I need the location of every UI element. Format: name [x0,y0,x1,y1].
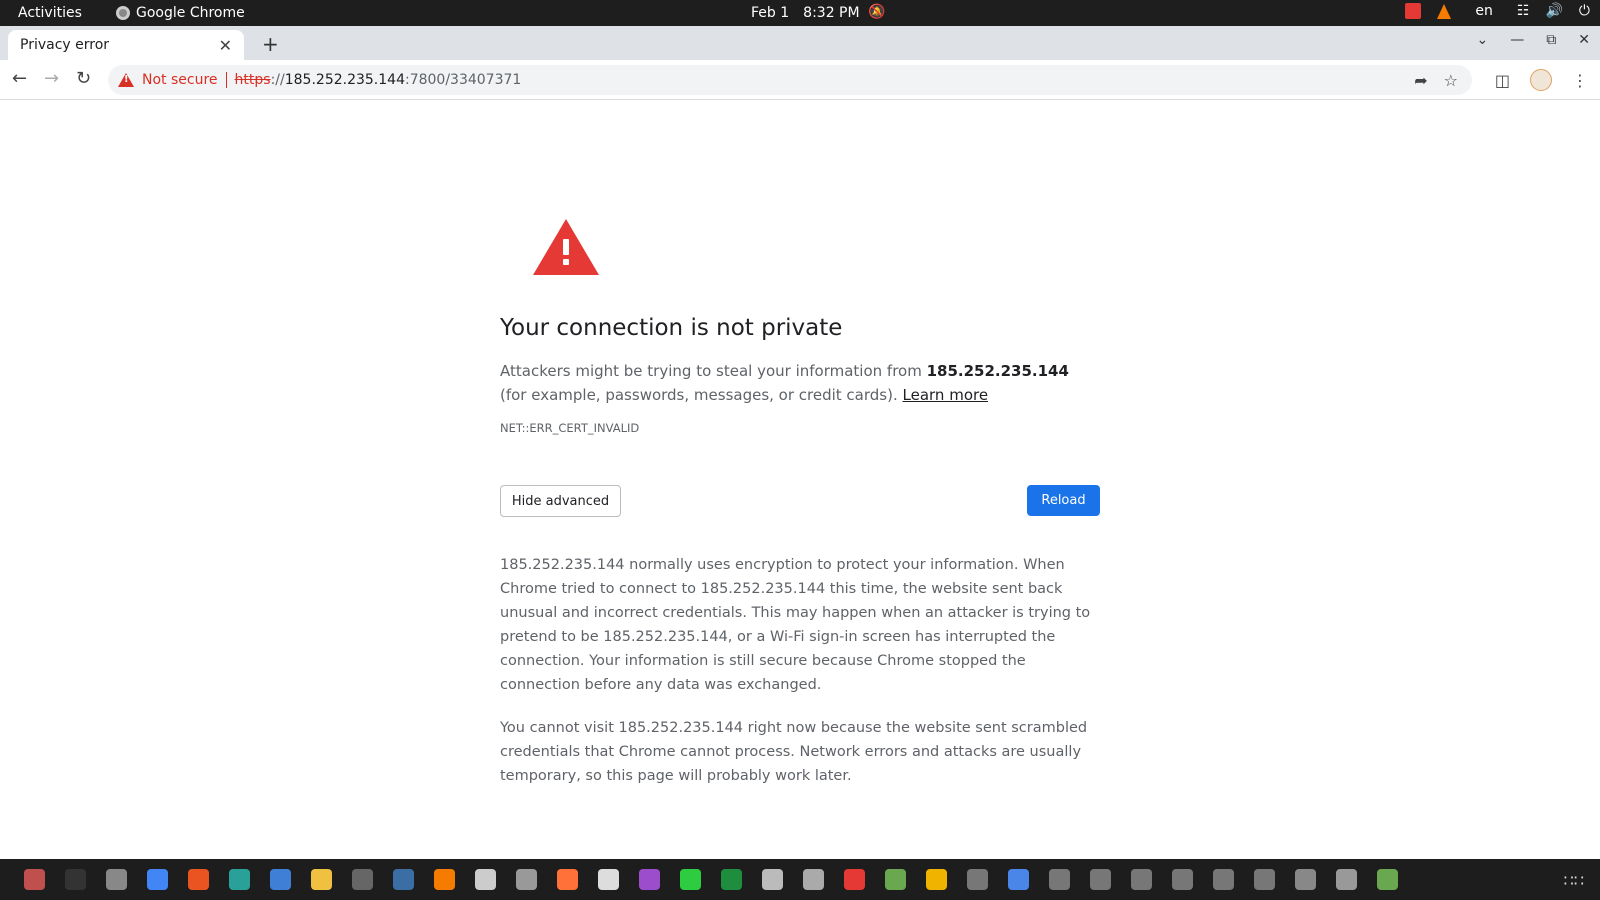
dock-calculator-icon[interactable] [311,869,332,890]
dock-app-9-icon[interactable] [393,869,414,890]
url-host: 185.252.235.144 [284,72,405,88]
reload-icon[interactable]: ↻ [76,68,91,89]
dock-app-28-icon[interactable] [1172,869,1193,890]
dock-vlc-icon[interactable] [434,869,455,890]
dock-app-26-icon[interactable] [1090,869,1111,890]
back-icon[interactable]: ← [12,68,27,89]
details-paragraph-2: You cannot visit 185.252.235.144 right n… [500,720,1088,784]
hide-advanced-button[interactable]: Hide advanced [500,485,621,517]
system-tray[interactable]: en ☷ 🔊 ⏻ [1405,3,1590,19]
anydesk-tray-icon[interactable] [1405,3,1422,19]
omnibox-actions: ➦ ☆ [1414,71,1458,90]
error-description: Attackers might be trying to steal your … [500,359,1100,407]
dock-app-27-icon[interactable] [1131,869,1152,890]
clock[interactable]: Feb 1 8:32 PM [751,5,860,21]
dock-software-center-icon[interactable] [188,869,209,890]
desc-prefix: Attackers might be trying to steal your … [500,362,927,380]
dock-app-11-icon[interactable] [475,869,496,890]
privacy-error-interstitial: Your connection is not private Attackers… [500,219,1100,788]
desc-host: 185.252.235.144 [926,362,1069,380]
dock-firefox-icon[interactable] [557,869,578,890]
dock-app-14-icon[interactable] [598,869,619,890]
vlc-tray-icon[interactable] [1437,3,1452,19]
warning-icon[interactable] [118,73,134,87]
dock-chrome-icon[interactable] [147,869,168,890]
dock-app-5-icon[interactable] [229,869,250,890]
dock-text-editor-icon[interactable] [270,869,291,890]
dock-terminal-icon[interactable] [65,869,86,890]
power-icon[interactable]: ⏻ [1579,3,1590,19]
page-content: Your connection is not private Attackers… [0,101,1600,859]
browser-toolbar: ← → ↻ Not secure https :// 185.252.235.1… [0,60,1600,100]
tab-strip: Privacy error ✕ + ⌄ — ⧉ ✕ [0,26,1600,60]
app-menu[interactable]: Google Chrome [116,5,245,21]
learn-more-link[interactable]: Learn more [903,386,989,404]
dock-app-32-icon[interactable] [1336,869,1357,890]
tab-title: Privacy error [20,37,110,53]
bookmark-star-icon[interactable]: ☆ [1444,71,1458,90]
dock-app-15-icon[interactable] [639,869,660,890]
minimize-icon[interactable]: — [1510,32,1524,48]
dock-app-25-icon[interactable] [1049,869,1070,890]
advanced-details: 185.252.235.144 normally uses encryption… [500,553,1100,788]
dock-app-8-icon[interactable] [352,869,373,890]
dock-app-16-icon[interactable] [680,869,701,890]
side-panel-icon[interactable]: ◫ [1495,71,1510,90]
activities-button[interactable]: Activities [18,5,82,21]
warning-triangle-icon [533,219,599,275]
dock-app-18-icon[interactable] [762,869,783,890]
dock-app-22-icon[interactable] [926,869,947,890]
close-tab-icon[interactable]: ✕ [219,36,232,55]
url-scheme: https [234,72,271,88]
dock-files-icon[interactable] [24,869,45,890]
dock-app-23-icon[interactable] [967,869,988,890]
app-name-label: Google Chrome [136,5,245,21]
url-path: :7800/33407371 [404,72,522,88]
volume-icon[interactable]: 🔊 [1545,3,1562,19]
new-tab-button[interactable]: + [262,32,279,56]
window-controls: ⌄ — ⧉ ✕ [1477,32,1590,48]
action-buttons: Hide advanced Reload [500,485,1100,519]
dock-anydesk-icon[interactable] [844,869,865,890]
dock-app-31-icon[interactable] [1295,869,1316,890]
close-window-icon[interactable]: ✕ [1578,32,1590,48]
dock-image-viewer-icon[interactable] [106,869,127,890]
tab-search-icon[interactable]: ⌄ [1477,32,1489,48]
language-indicator[interactable]: en [1475,3,1493,19]
network-icon[interactable]: ☷ [1517,3,1530,19]
dock-app-12-icon[interactable] [516,869,537,890]
share-icon[interactable]: ➦ [1414,71,1427,90]
dock-app-30-icon[interactable] [1254,869,1275,890]
restore-icon[interactable]: ⧉ [1546,32,1556,48]
dock-trash-icon[interactable] [1377,869,1398,890]
system-top-bar: Activities Google Chrome Feb 1 8:32 PM 🔕… [0,0,1600,26]
dock-spreadsheet-icon[interactable] [721,869,742,890]
show-apps-icon[interactable]: ∷∷ [1564,871,1584,890]
error-code: NET::ERR_CERT_INVALID [500,421,640,435]
notifications-muted-icon: 🔕 [868,4,886,20]
url-separator: :// [270,72,285,88]
dock-app-29-icon[interactable] [1213,869,1234,890]
toolbar-actions: ◫ ⋮ [1495,69,1588,91]
details-paragraph-1: 185.252.235.144 normally uses encryption… [500,557,1091,693]
omnibox-separator [225,72,227,88]
reload-button[interactable]: Reload [1027,485,1100,516]
page-title: Your connection is not private [500,315,843,341]
dock-app-19-icon[interactable] [803,869,824,890]
forward-icon[interactable]: → [44,68,59,89]
chrome-icon [116,6,130,20]
address-bar[interactable]: Not secure https :// 185.252.235.144 :78… [108,65,1472,95]
profile-avatar[interactable] [1530,69,1552,91]
dock-app-21-icon[interactable] [885,869,906,890]
security-chip-label[interactable]: Not secure [142,72,218,88]
clock-date: Feb 1 [751,5,790,21]
tab-privacy-error[interactable]: Privacy error ✕ [8,30,244,60]
menu-kebab-icon[interactable]: ⋮ [1572,71,1588,90]
desc-suffix: (for example, passwords, messages, or cr… [500,386,903,404]
dock-document-icon[interactable] [1008,869,1029,890]
clock-time: 8:32 PM [803,5,860,21]
dock: ∷∷ [0,859,1600,900]
